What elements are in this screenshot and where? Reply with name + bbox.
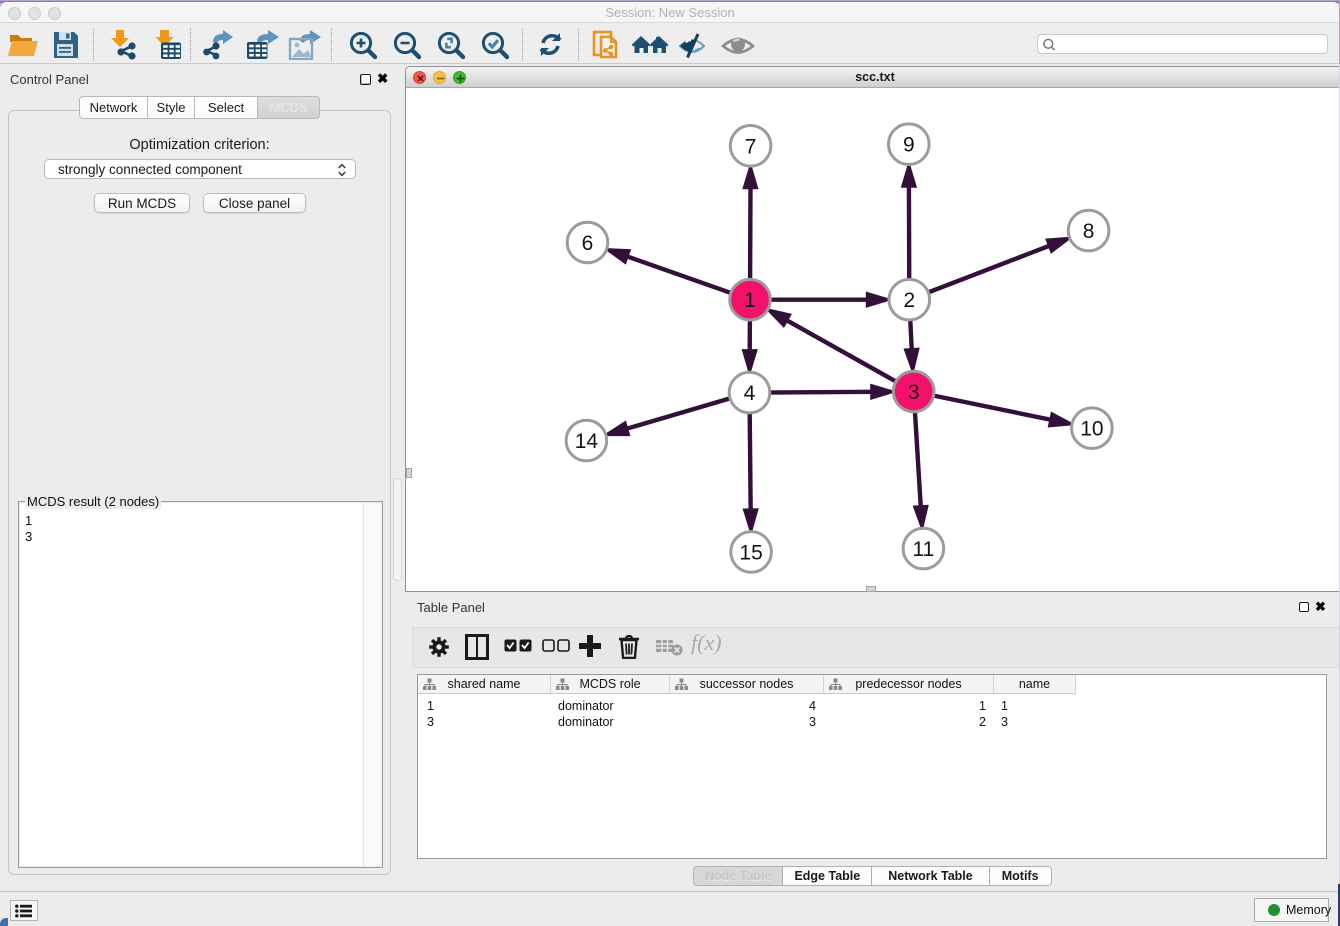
svg-text:11: 11 bbox=[912, 538, 934, 561]
svg-text:7: 7 bbox=[745, 135, 757, 158]
svg-text:2: 2 bbox=[903, 289, 915, 312]
svg-text:6: 6 bbox=[582, 232, 594, 255]
svg-text:10: 10 bbox=[1080, 418, 1103, 441]
svg-text:14: 14 bbox=[575, 430, 599, 453]
svg-text:1: 1 bbox=[744, 289, 756, 312]
svg-text:4: 4 bbox=[744, 382, 756, 405]
svg-text:15: 15 bbox=[739, 541, 762, 564]
svg-text:3: 3 bbox=[908, 381, 920, 404]
svg-text:9: 9 bbox=[903, 134, 915, 157]
svg-text:8: 8 bbox=[1083, 220, 1095, 243]
